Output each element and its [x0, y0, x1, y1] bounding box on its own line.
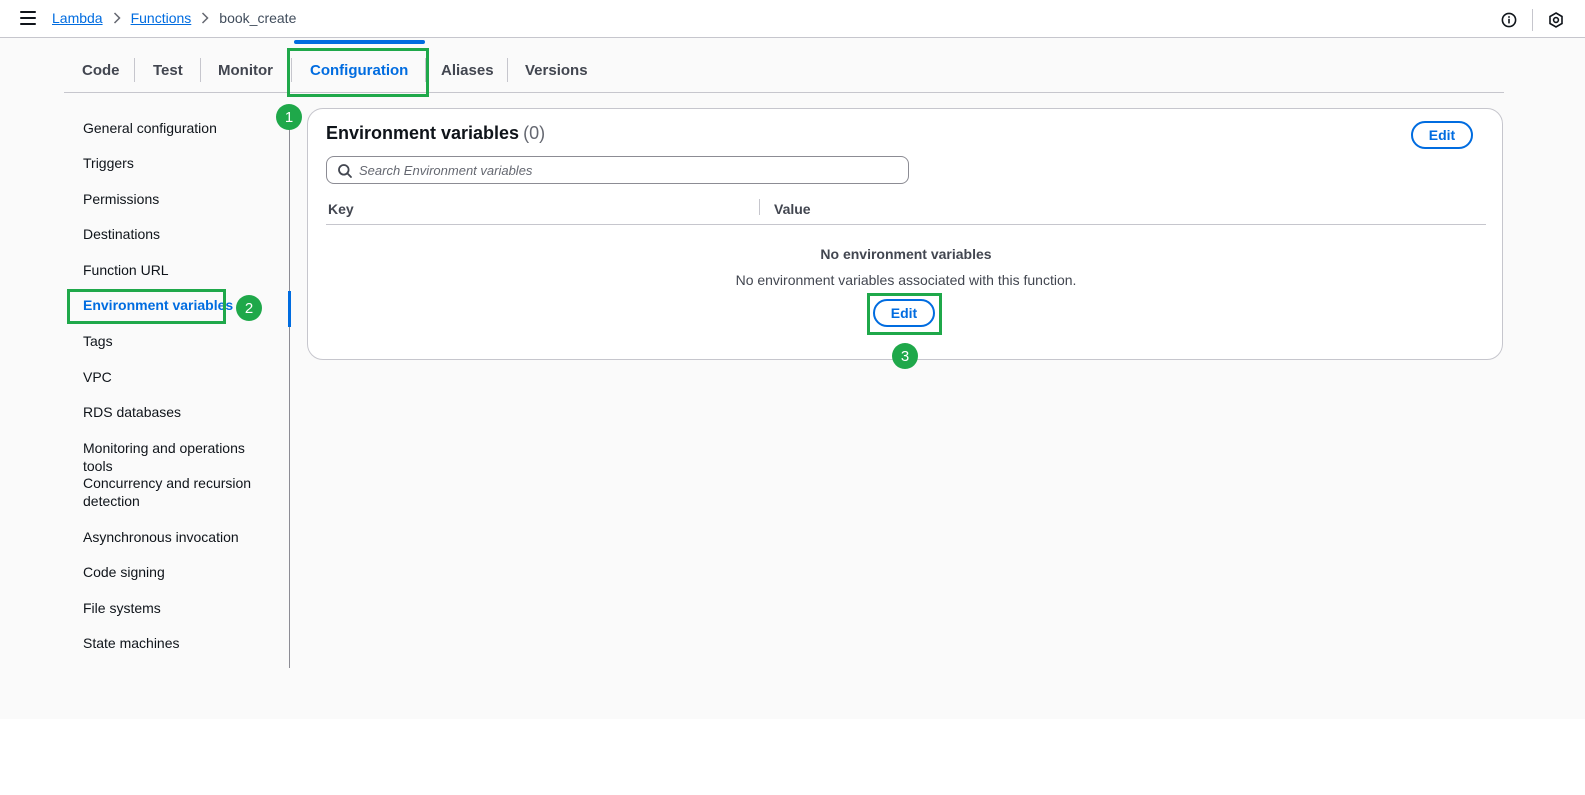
sidebar-item-rds-databases[interactable]: RDS databases: [83, 403, 273, 421]
sidebar-item-triggers[interactable]: Triggers: [83, 154, 273, 172]
table-divider: [326, 224, 1486, 225]
search-icon: [337, 163, 353, 179]
sidebar-item-function-url[interactable]: Function URL: [83, 261, 273, 279]
step-badge-2: 2: [236, 295, 262, 321]
sidebar-item-concurrency[interactable]: Concurrency and recursion detection: [83, 474, 253, 510]
breadcrumb-lambda[interactable]: Lambda: [52, 10, 103, 26]
search-input[interactable]: [359, 162, 899, 178]
highlight-edit-button: [867, 293, 942, 335]
active-tab-indicator: [294, 40, 425, 44]
sidebar-item-async-invocation[interactable]: Asynchronous invocation: [83, 528, 273, 546]
chevron-right-icon: [201, 12, 209, 24]
tab-versions[interactable]: Versions: [525, 48, 588, 92]
panel-title: Environment variables (0): [326, 123, 545, 144]
sidebar-item-tags[interactable]: Tags: [83, 332, 273, 350]
sidenav-active-indicator: [288, 291, 291, 327]
sidebar-item-general-configuration[interactable]: General configuration: [83, 119, 273, 137]
sidebar-item-file-systems[interactable]: File systems: [83, 599, 273, 617]
info-icon[interactable]: [1500, 11, 1518, 29]
sidebar-item-state-machines[interactable]: State machines: [83, 634, 273, 652]
top-bar: Lambda Functions book_create: [0, 0, 1585, 38]
menu-icon[interactable]: [20, 11, 36, 25]
breadcrumb-current: book_create: [219, 10, 297, 26]
top-divider: [1532, 9, 1533, 31]
tab-separator: [200, 58, 201, 82]
tab-monitor[interactable]: Monitor: [218, 48, 273, 92]
chevron-right-icon: [113, 12, 121, 24]
tab-separator: [134, 58, 135, 82]
tab-separator: [507, 58, 508, 82]
tab-test[interactable]: Test: [153, 48, 183, 92]
tab-code[interactable]: Code: [82, 48, 120, 92]
column-header-value: Value: [774, 201, 811, 217]
step-badge-1: 1: [276, 104, 302, 130]
sidebar-item-vpc[interactable]: VPC: [83, 368, 273, 386]
step-badge-3: 3: [892, 343, 918, 369]
empty-state-title: No environment variables: [820, 246, 992, 262]
sidenav-rail: [289, 112, 290, 668]
settings-hexagon-icon[interactable]: [1547, 11, 1565, 29]
sidebar-item-monitoring-tools[interactable]: Monitoring and operations tools: [83, 439, 273, 475]
edit-button[interactable]: Edit: [1411, 121, 1473, 149]
function-tabs: Code Test Monitor Configuration Aliases …: [64, 48, 1504, 93]
panel-title-text: Environment variables: [326, 123, 520, 143]
sidebar-item-permissions[interactable]: Permissions: [83, 190, 273, 208]
sidebar-item-destinations[interactable]: Destinations: [83, 225, 273, 243]
highlight-environment-variables: [67, 289, 226, 324]
column-separator: [759, 199, 760, 215]
breadcrumb-functions[interactable]: Functions: [131, 10, 192, 26]
tab-aliases[interactable]: Aliases: [441, 48, 494, 92]
empty-state-description: No environment variables associated with…: [735, 272, 1077, 288]
sidebar-item-code-signing[interactable]: Code signing: [83, 563, 273, 581]
column-header-key: Key: [328, 201, 354, 217]
top-icons: [1500, 9, 1565, 31]
breadcrumb: Lambda Functions book_create: [52, 10, 296, 26]
panel-count: (0): [523, 123, 546, 143]
highlight-configuration-tab: [287, 48, 429, 97]
search-box: [326, 156, 909, 184]
